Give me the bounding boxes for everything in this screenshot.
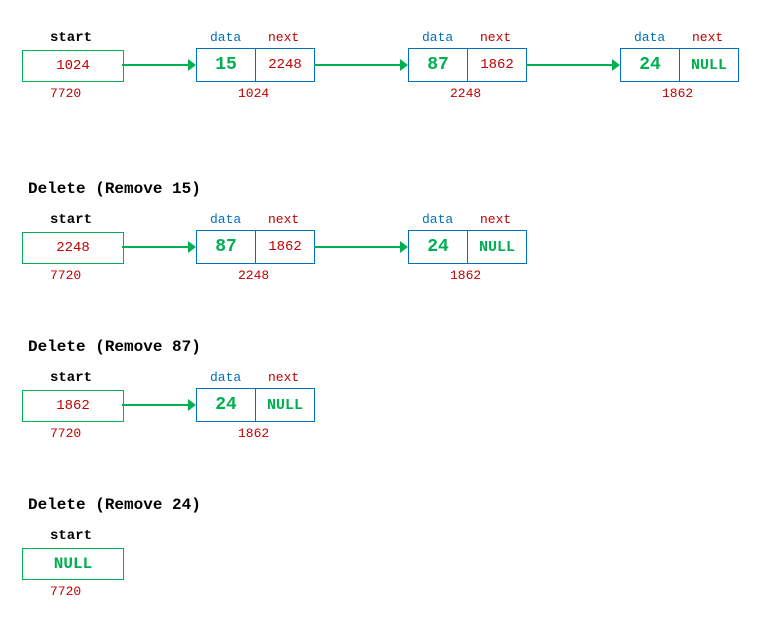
node-next-cell: NULL	[680, 49, 738, 81]
node-addr: 2248	[238, 268, 269, 283]
node-header-next: next	[268, 370, 299, 385]
arrow-icon	[122, 398, 196, 412]
node-header-next: next	[268, 30, 299, 45]
node-next-cell: NULL	[256, 389, 314, 421]
node-header-data: data	[210, 370, 241, 385]
arrow-icon	[314, 58, 408, 72]
start-pointer-box: 2248	[22, 232, 124, 264]
node-header-next: next	[692, 30, 723, 45]
start-pointer-addr: 7720	[50, 86, 81, 101]
node-header-data: data	[634, 30, 665, 45]
node-next-cell: 1862	[256, 231, 314, 263]
node-header-data: data	[422, 212, 453, 227]
node-header-data: data	[422, 30, 453, 45]
start-pointer-addr: 7720	[50, 268, 81, 283]
title-paren: (Remove 15)	[95, 180, 201, 198]
node-addr: 2248	[450, 86, 481, 101]
node-data-cell: 87	[197, 231, 256, 263]
node-data-cell: 15	[197, 49, 256, 81]
start-pointer-box: 1862	[22, 390, 124, 422]
title-paren: (Remove 24)	[95, 496, 201, 514]
node-next-cell: 2248	[256, 49, 314, 81]
list-node: 15 2248	[196, 48, 315, 82]
start-label: start	[50, 30, 92, 46]
start-pointer-value: 1862	[56, 398, 90, 414]
start-pointer-box: NULL	[22, 548, 124, 580]
section-title: Delete (Remove 15)	[28, 180, 201, 198]
arrow-icon	[122, 58, 196, 72]
list-node: 24 NULL	[408, 230, 527, 264]
node-addr: 1862	[238, 426, 269, 441]
start-pointer-box: 1024	[22, 50, 124, 82]
diagram-canvas: start 1024 7720 data next 15 2248 1024 d…	[0, 0, 773, 636]
list-node: 24 NULL	[620, 48, 739, 82]
arrow-icon	[526, 58, 620, 72]
title-prefix: Delete	[28, 180, 95, 198]
section-title: Delete (Remove 24)	[28, 496, 201, 514]
node-addr: 1862	[450, 268, 481, 283]
start-pointer-value: 1024	[56, 58, 90, 74]
node-data-cell: 87	[409, 49, 468, 81]
start-label: start	[50, 370, 92, 386]
start-pointer-value: NULL	[54, 555, 92, 573]
list-node: 87 1862	[196, 230, 315, 264]
title-prefix: Delete	[28, 338, 95, 356]
node-addr: 1862	[662, 86, 693, 101]
list-node: 24 NULL	[196, 388, 315, 422]
node-addr: 1024	[238, 86, 269, 101]
node-data-cell: 24	[197, 389, 256, 421]
start-label: start	[50, 212, 92, 228]
start-pointer-addr: 7720	[50, 426, 81, 441]
node-next-cell: 1862	[468, 49, 526, 81]
title-paren: (Remove 87)	[95, 338, 201, 356]
node-header-data: data	[210, 212, 241, 227]
node-data-cell: 24	[409, 231, 468, 263]
arrow-icon	[122, 240, 196, 254]
start-label: start	[50, 528, 92, 544]
title-prefix: Delete	[28, 496, 95, 514]
start-pointer-addr: 7720	[50, 584, 81, 599]
section-title: Delete (Remove 87)	[28, 338, 201, 356]
node-next-cell: NULL	[468, 231, 526, 263]
node-header-next: next	[268, 212, 299, 227]
list-node: 87 1862	[408, 48, 527, 82]
node-header-data: data	[210, 30, 241, 45]
node-header-next: next	[480, 30, 511, 45]
arrow-icon	[314, 240, 408, 254]
node-data-cell: 24	[621, 49, 680, 81]
start-pointer-value: 2248	[56, 240, 90, 256]
node-header-next: next	[480, 212, 511, 227]
